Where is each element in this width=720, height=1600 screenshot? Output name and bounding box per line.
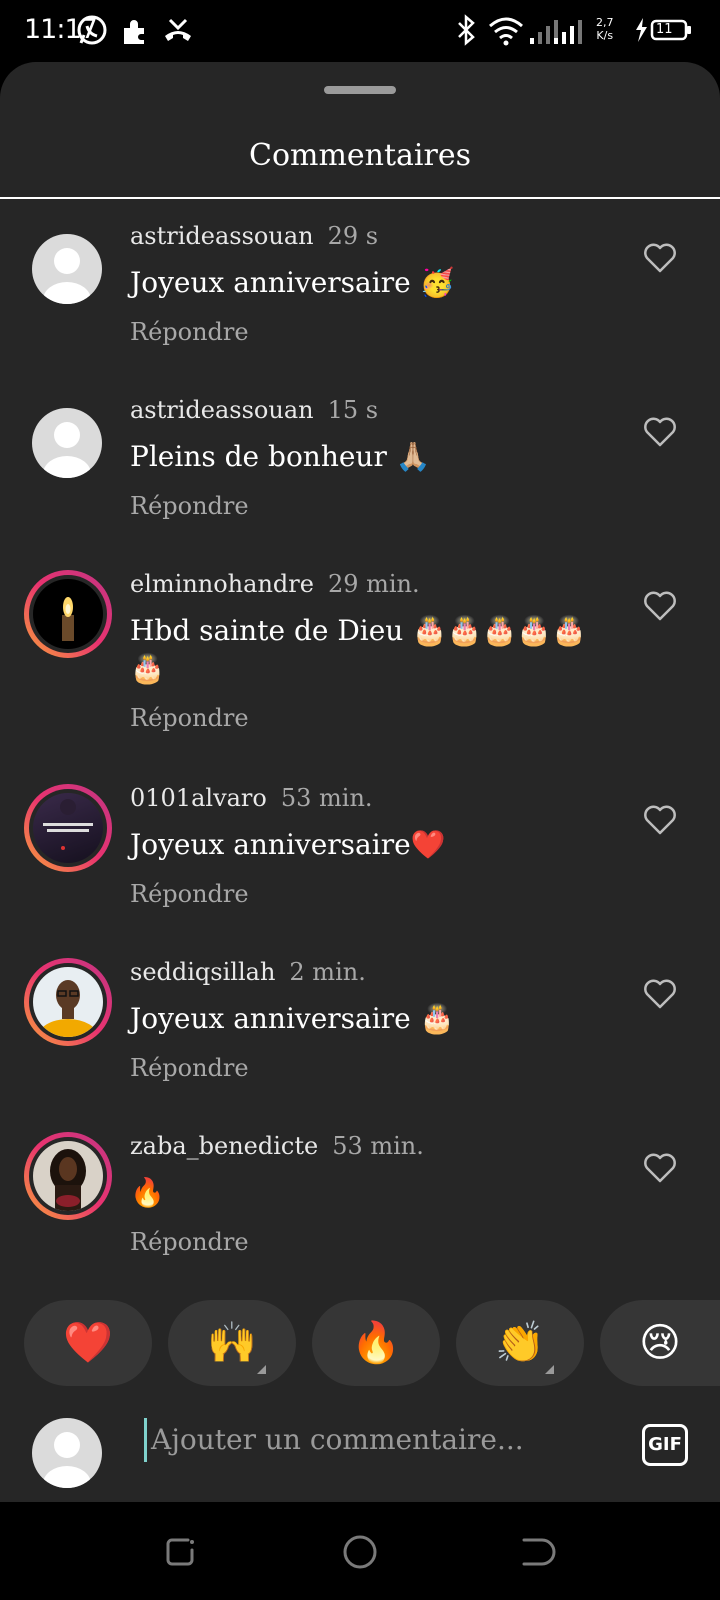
status-bar: 11:17 2,7 K/s 11: [0, 0, 720, 62]
recent-apps-icon[interactable]: [160, 1532, 200, 1572]
profile-photo-icon: [43, 799, 93, 850]
skin-tone-indicator: [545, 1365, 554, 1374]
comment-meta: astrideassouan 15 s: [130, 396, 378, 424]
comment-username[interactable]: zaba_benedicte: [130, 1132, 318, 1160]
drag-handle[interactable]: [324, 86, 396, 94]
comment-username[interactable]: astrideassouan: [130, 222, 314, 250]
avatar: [33, 793, 103, 863]
network-speed: 2,7 K/s: [596, 16, 614, 42]
comment-text: Joyeux anniversaire❤️: [130, 828, 446, 861]
heart-icon[interactable]: [643, 590, 677, 622]
avatar: [33, 579, 103, 649]
comment-time: 29 s: [327, 222, 379, 250]
network-speed-value: 2,7: [596, 16, 614, 29]
wifi-icon: [488, 14, 524, 50]
avatar-story-ring[interactable]: [24, 958, 112, 1046]
candle-icon: [62, 597, 74, 641]
system-navigation-bar: [0, 1502, 720, 1600]
comment-username[interactable]: astrideassouan: [130, 396, 314, 424]
comment-meta: zaba_benedicte 53 min.: [130, 1132, 424, 1160]
comment-meta: seddiqsillah 2 min.: [130, 958, 366, 986]
gif-button[interactable]: GIF: [642, 1424, 688, 1466]
comment-meta: astrideassouan 29 s: [130, 222, 378, 250]
quick-reactions-bar: ❤️ 🙌 🔥 👏 😢: [0, 1300, 720, 1388]
reaction-clap-button[interactable]: 👏: [456, 1300, 584, 1386]
reply-button[interactable]: Répondre: [130, 880, 249, 908]
comment-time: 53 min.: [332, 1132, 424, 1160]
comment-text: 🔥: [130, 1176, 165, 1209]
heart-icon[interactable]: [643, 416, 677, 448]
default-avatar-icon: [43, 422, 91, 478]
comment-username[interactable]: 0101alvaro: [130, 784, 267, 812]
comments-sheet: Commentaires astrideassouan 29 s Joyeux a…: [0, 62, 720, 1502]
comment-time: 15 s: [327, 396, 379, 424]
skin-tone-indicator: [257, 1365, 266, 1374]
comment-username[interactable]: elminnohandre: [130, 570, 314, 598]
back-icon[interactable]: [518, 1532, 558, 1572]
avatar: [33, 1141, 103, 1211]
avatar-story-ring[interactable]: [24, 570, 112, 658]
fire-emoji: 🔥: [351, 1320, 401, 1366]
comment-time: 53 min.: [280, 784, 373, 812]
reaction-heart-button[interactable]: ❤️: [24, 1300, 152, 1386]
comment-text: Joyeux anniversaire 🥳: [130, 266, 455, 299]
reply-button[interactable]: Répondre: [130, 1228, 249, 1256]
raising-hands-emoji: 🙌: [207, 1320, 257, 1366]
heart-emoji: ❤️: [63, 1320, 113, 1366]
heart-icon[interactable]: [643, 1152, 677, 1184]
avatar[interactable]: [32, 234, 102, 304]
reply-button[interactable]: Répondre: [130, 1054, 249, 1082]
heart-icon[interactable]: [643, 978, 677, 1010]
network-speed-unit: K/s: [596, 29, 614, 42]
profile-photo-icon: [50, 1149, 86, 1211]
crying-face-emoji: 😢: [639, 1320, 681, 1366]
avatar: [33, 967, 103, 1037]
sheet-title: Commentaires: [248, 138, 471, 173]
missed-call-icon: [162, 14, 194, 50]
comment-input[interactable]: Ajouter un commentaire...: [144, 1418, 601, 1462]
avatar-story-ring[interactable]: [24, 784, 112, 872]
comment-meta: 0101alvaro 53 min.: [130, 784, 373, 812]
bluetooth-icon: [454, 14, 478, 50]
signal-2-icon: [552, 14, 586, 50]
default-avatar-icon: [43, 248, 91, 304]
puzzle-icon: [120, 14, 152, 50]
comment-meta: elminnohandre 29 min.: [130, 570, 420, 598]
battery-level: 11: [656, 22, 673, 37]
reply-button[interactable]: Répondre: [130, 704, 249, 732]
comment-text: Pleins de bonheur 🙏🏼: [130, 440, 431, 473]
reply-button[interactable]: Répondre: [130, 318, 249, 346]
comment-text: Hbd sainte de Dieu 🎂🎂🎂🎂🎂🎂: [130, 614, 587, 685]
reaction-crying-button[interactable]: 😢: [600, 1300, 720, 1386]
comment-text: Joyeux anniversaire 🎂: [130, 1002, 455, 1035]
reply-button[interactable]: Répondre: [130, 492, 249, 520]
reaction-fire-button[interactable]: 🔥: [312, 1300, 440, 1386]
clapping-hands-emoji: 👏: [495, 1320, 545, 1366]
my-avatar: [32, 1418, 102, 1488]
home-icon[interactable]: [340, 1532, 380, 1572]
divider: [0, 197, 720, 199]
whatsapp-icon: [76, 14, 108, 50]
avatar-story-ring[interactable]: [24, 1132, 112, 1220]
comment-time: 29 min.: [327, 570, 420, 598]
default-avatar-icon: [43, 1432, 91, 1488]
heart-icon[interactable]: [643, 242, 677, 274]
profile-photo-icon: [38, 980, 98, 1037]
reaction-raising-hands-button[interactable]: 🙌: [168, 1300, 296, 1386]
avatar[interactable]: [32, 408, 102, 478]
comment-time: 2 min.: [289, 958, 366, 986]
comment-composer: Ajouter un commentaire... GIF: [0, 1388, 720, 1502]
comment-username[interactable]: seddiqsillah: [130, 958, 275, 986]
heart-icon[interactable]: [643, 804, 677, 836]
